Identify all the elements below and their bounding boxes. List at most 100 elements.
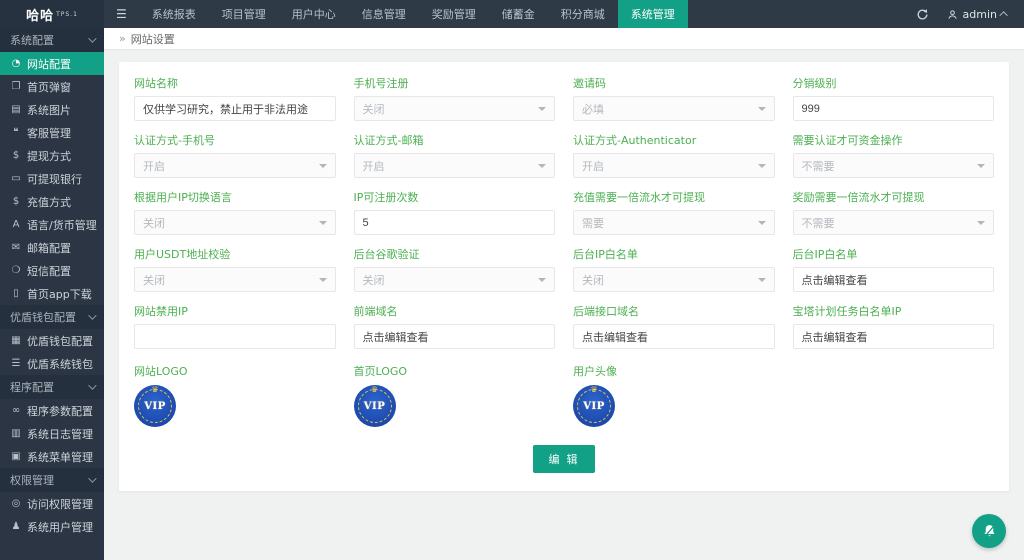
caret-down-icon <box>538 278 546 282</box>
require-auth-select[interactable]: 不需要 <box>793 153 995 178</box>
chat-icon: ❝ <box>10 127 22 138</box>
form-field: 认证方式-邮箱 开启 <box>354 132 556 178</box>
laurel-ring-icon <box>138 389 172 423</box>
sidebar-item-withdraw-methods[interactable]: $ 提现方式 <box>0 144 104 167</box>
sidebar-item-system-menus[interactable]: ▣ 系统菜单管理 <box>0 445 104 468</box>
image-icon: ▤ <box>10 104 22 115</box>
sidebar-item-customer-service[interactable]: ❝ 客服管理 <box>0 121 104 144</box>
notification-fab[interactable] <box>972 514 1006 548</box>
backend-domain-input[interactable] <box>573 324 775 349</box>
hamburger-icon[interactable]: ☰ <box>104 0 139 28</box>
nav-item-reports[interactable]: 系统报表 <box>139 0 209 28</box>
refresh-icon[interactable] <box>916 8 929 21</box>
admin-google-verify-select[interactable]: 关闭 <box>354 267 556 292</box>
auth-authenticator-select[interactable]: 开启 <box>573 153 775 178</box>
caret-down-icon <box>977 164 985 168</box>
frontend-domain-input[interactable] <box>354 324 556 349</box>
sidebar-item-sms-config[interactable]: ❍ 短信配置 <box>0 259 104 282</box>
auth-email-select[interactable]: 开启 <box>354 153 556 178</box>
form-field: 后台谷歌验证 关闭 <box>354 246 556 292</box>
home-logo-image[interactable]: ♛ VIP <box>354 385 396 427</box>
form-field: 认证方式-手机号 开启 <box>134 132 336 178</box>
sidebar-item-wallet-config[interactable]: ▦ 优盾钱包配置 <box>0 329 104 352</box>
sidebar-item-website-config[interactable]: ◔ 网站配置 <box>0 52 104 75</box>
form-field: 分销级别 <box>793 75 995 121</box>
invite-code-select[interactable]: 必填 <box>573 96 775 121</box>
sidebar-group-wallet-config[interactable]: 优盾钱包配置 <box>0 305 104 329</box>
banned-ip-input[interactable] <box>134 324 336 349</box>
nav-item-rewards[interactable]: 奖励管理 <box>419 0 489 28</box>
crown-icon: ♛ <box>151 386 158 394</box>
sidebar-group-system-config[interactable]: 系统配置 <box>0 28 104 52</box>
caret-down-icon <box>538 164 546 168</box>
admin-ip-whitelist-select[interactable]: 关闭 <box>573 267 775 292</box>
mobile-icon: ▯ <box>10 288 22 299</box>
sidebar-item-home-popup[interactable]: ❐ 首页弹窗 <box>0 75 104 98</box>
caret-down-icon <box>977 221 985 225</box>
sidebar-group-program-config[interactable]: 程序配置 <box>0 375 104 399</box>
dollar-icon: $ <box>10 196 22 207</box>
mail-icon: ✉ <box>10 242 22 253</box>
settings-form: 网站名称 手机号注册 关闭 邀请码 必填 分销级别 认证方式-手机号 开启 认证… <box>134 75 994 349</box>
permission-icon: ◎ <box>10 498 22 509</box>
popup-icon: ❐ <box>10 81 22 92</box>
breadcrumb: » 网站设置 <box>104 28 1024 50</box>
reward-turnover-select[interactable]: 不需要 <box>793 210 995 235</box>
caret-down-icon <box>758 107 766 111</box>
bt-whitelist-input[interactable] <box>793 324 995 349</box>
app-logo[interactable]: 哈哈 TPS.1 <box>0 0 104 28</box>
sidebar-item-access-permissions[interactable]: ◎ 访问权限管理 <box>0 492 104 515</box>
dollar-icon: $ <box>10 150 22 161</box>
header-right: admin <box>916 0 1024 28</box>
chevron-down-icon <box>88 311 96 319</box>
user-menu[interactable]: admin <box>947 8 1008 21</box>
user-icon <box>947 9 958 20</box>
caret-down-icon <box>319 164 327 168</box>
chevron-down-icon <box>88 381 96 389</box>
form-field: 认证方式-Authenticator 开启 <box>573 132 775 178</box>
sidebar-item-email-config[interactable]: ✉ 邮箱配置 <box>0 236 104 259</box>
auth-phone-select[interactable]: 开启 <box>134 153 336 178</box>
sidebar-item-system-logs[interactable]: ▥ 系统日志管理 <box>0 422 104 445</box>
ip-language-select[interactable]: 关闭 <box>134 210 336 235</box>
sidebar-item-language-currency[interactable]: A 语言/货币管理 <box>0 213 104 236</box>
sidebar-item-system-images[interactable]: ▤ 系统图片 <box>0 98 104 121</box>
sidebar-item-app-download[interactable]: ▯ 首页app下载 <box>0 282 104 305</box>
sidebar-item-deposit-methods[interactable]: $ 充值方式 <box>0 190 104 213</box>
site-logo-image[interactable]: ♛ VIP <box>134 385 176 427</box>
form-field: 充值需要一倍流水才可提现 需要 <box>573 189 775 235</box>
bell-slash-icon <box>981 523 998 540</box>
form-field: 首页LOGO ♛ VIP <box>354 363 556 427</box>
sidebar-group-permissions[interactable]: 权限管理 <box>0 468 104 492</box>
distribution-level-input[interactable] <box>793 96 995 121</box>
sidebar: 系统配置 ◔ 网站配置 ❐ 首页弹窗 ▤ 系统图片 ❝ 客服管理 $ 提现方式 … <box>0 28 104 560</box>
deposit-turnover-select[interactable]: 需要 <box>573 210 775 235</box>
phone-register-select[interactable]: 关闭 <box>354 96 556 121</box>
form-field: 网站名称 <box>134 75 336 121</box>
nav-item-users[interactable]: 用户中心 <box>279 0 349 28</box>
top-nav: 系统报表 项目管理 用户中心 信息管理 奖励管理 储蓄金 积分商城 系统管理 <box>139 0 688 28</box>
form-field: 网站禁用IP <box>134 303 336 349</box>
usdt-check-select[interactable]: 关闭 <box>134 267 336 292</box>
link-icon: ∞ <box>10 405 22 416</box>
nav-item-info[interactable]: 信息管理 <box>349 0 419 28</box>
sidebar-item-system-users[interactable]: ♟ 系统用户管理 <box>0 515 104 538</box>
user-avatar-image[interactable]: ♛ VIP <box>573 385 615 427</box>
sidebar-item-program-params[interactable]: ∞ 程序参数配置 <box>0 399 104 422</box>
sidebar-item-withdraw-banks[interactable]: ▭ 可提现银行 <box>0 167 104 190</box>
app-logo-text: 哈哈 <box>26 5 54 24</box>
language-icon: A <box>10 219 22 230</box>
page-title: 网站设置 <box>131 31 175 47</box>
nav-item-points-mall[interactable]: 积分商城 <box>548 0 618 28</box>
sidebar-item-system-wallet[interactable]: ☰ 优盾系统钱包 <box>0 352 104 375</box>
logos-row: 网站LOGO ♛ VIP 首页LOGO ♛ VIP 用户头像 <box>134 363 994 427</box>
ip-register-count-input[interactable] <box>354 210 556 235</box>
form-field: 用户USDT地址校验 关闭 <box>134 246 336 292</box>
user-name: admin <box>963 8 997 21</box>
site-name-input[interactable] <box>134 96 336 121</box>
nav-item-projects[interactable]: 项目管理 <box>209 0 279 28</box>
nav-item-system-mgmt[interactable]: 系统管理 <box>618 0 688 28</box>
edit-submit-button[interactable]: 编 辑 <box>533 445 594 473</box>
admin-ip-whitelist-input[interactable] <box>793 267 995 292</box>
nav-item-savings[interactable]: 储蓄金 <box>489 0 548 28</box>
